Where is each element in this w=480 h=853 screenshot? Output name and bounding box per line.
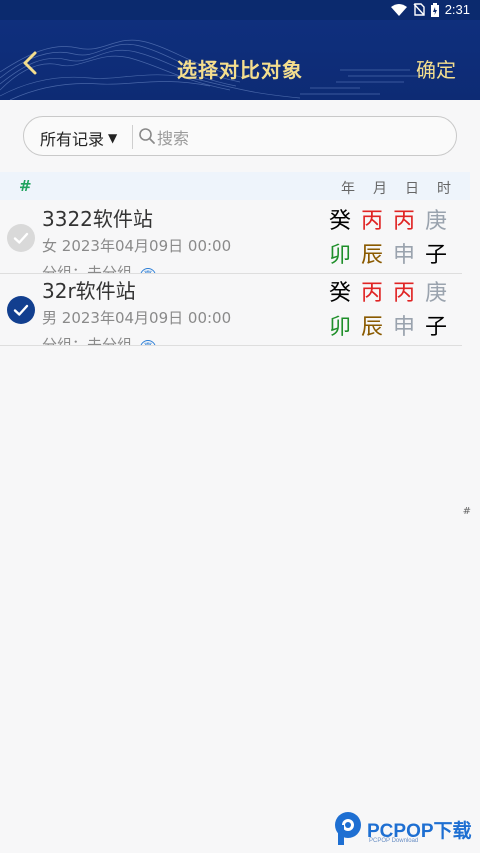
select-checkbox[interactable] [7, 224, 35, 252]
day-stem: 丙 [392, 281, 415, 306]
column-month: 月 [373, 181, 387, 197]
bazi-pillars: 癸 丙 丙 庚 卯 辰 申 子 [324, 277, 452, 345]
no-sim-icon [413, 3, 425, 16]
page-title: 选择对比对象 [177, 58, 303, 82]
app-header: 选择对比对象 确定 [0, 20, 480, 100]
record-row[interactable]: 32r软件站 男 2023年04月09日 00:00 分组：未分组 真 癸 丙 丙… [0, 273, 462, 346]
status-bar: 2:31 [0, 0, 480, 20]
battery-icon [430, 2, 439, 17]
pillar-columns: 年 月 日 时 [332, 178, 460, 198]
hour-stem: 庚 [424, 281, 447, 306]
year-stem: 癸 [328, 209, 351, 234]
search-icon [139, 128, 155, 144]
record-group-label: 分组：未分组 [42, 336, 133, 346]
divider [132, 125, 133, 149]
record-datetime: 2023年04月09日 00:00 [61, 237, 232, 255]
confirm-button[interactable]: 确定 [416, 54, 456, 83]
column-day: 日 [405, 181, 419, 197]
record-name: 3322软件站 [42, 207, 153, 231]
search-input[interactable] [155, 125, 439, 151]
day-stem: 丙 [392, 209, 415, 234]
index-symbol: # [19, 177, 32, 195]
bazi-pillars: 癸 丙 丙 庚 卯 辰 申 子 [324, 205, 452, 273]
caret-down-icon: ▼ [108, 131, 118, 145]
year-stem: 癸 [328, 281, 351, 306]
check-circle-icon [7, 296, 35, 324]
record-birth: 女 2023年04月09日 00:00 [42, 235, 231, 256]
record-gender: 女 [42, 237, 58, 255]
column-header: # 年 月 日 时 [0, 172, 470, 200]
wifi-icon [390, 3, 407, 16]
true-solar-tag: 真 [140, 340, 157, 345]
record-row[interactable]: 3322软件站 女 2023年04月09日 00:00 分组：未分组真 癸 丙 … [0, 201, 462, 274]
year-branch: 卯 [328, 315, 351, 340]
column-year: 年 [341, 181, 355, 197]
record-birth: 男 2023年04月09日 00:00 [42, 307, 231, 328]
month-branch: 辰 [360, 315, 383, 340]
month-branch: 辰 [360, 243, 383, 268]
filter-label: 所有记录 [40, 130, 105, 149]
record-group: 分组：未分组 真 [42, 334, 157, 346]
side-index-symbol[interactable]: # [463, 506, 471, 517]
record-gender: 男 [42, 309, 58, 327]
watermark: PCPOP下载 PCPOP Download [331, 807, 479, 847]
select-checkbox[interactable] [7, 296, 35, 324]
record-datetime: 2023年04月09日 00:00 [61, 309, 232, 327]
hour-branch: 子 [424, 243, 447, 268]
record-name: 32r软件站 [42, 279, 136, 303]
hour-branch: 子 [424, 315, 447, 340]
check-circle-icon [7, 224, 35, 252]
record-filter-dropdown[interactable]: 所有记录 ▼ [40, 126, 117, 150]
pcpop-logo-icon [335, 812, 361, 845]
month-stem: 丙 [360, 209, 383, 234]
search-bar: 所有记录 ▼ [23, 116, 457, 156]
day-branch: 申 [392, 243, 415, 268]
month-stem: 丙 [360, 281, 383, 306]
year-branch: 卯 [328, 243, 351, 268]
status-time: 2:31 [444, 2, 470, 17]
hour-stem: 庚 [424, 209, 447, 234]
day-branch: 申 [392, 315, 415, 340]
watermark-sub: PCPOP Download [369, 838, 419, 844]
status-icons: 2:31 [390, 2, 470, 17]
column-hour: 时 [437, 181, 451, 197]
